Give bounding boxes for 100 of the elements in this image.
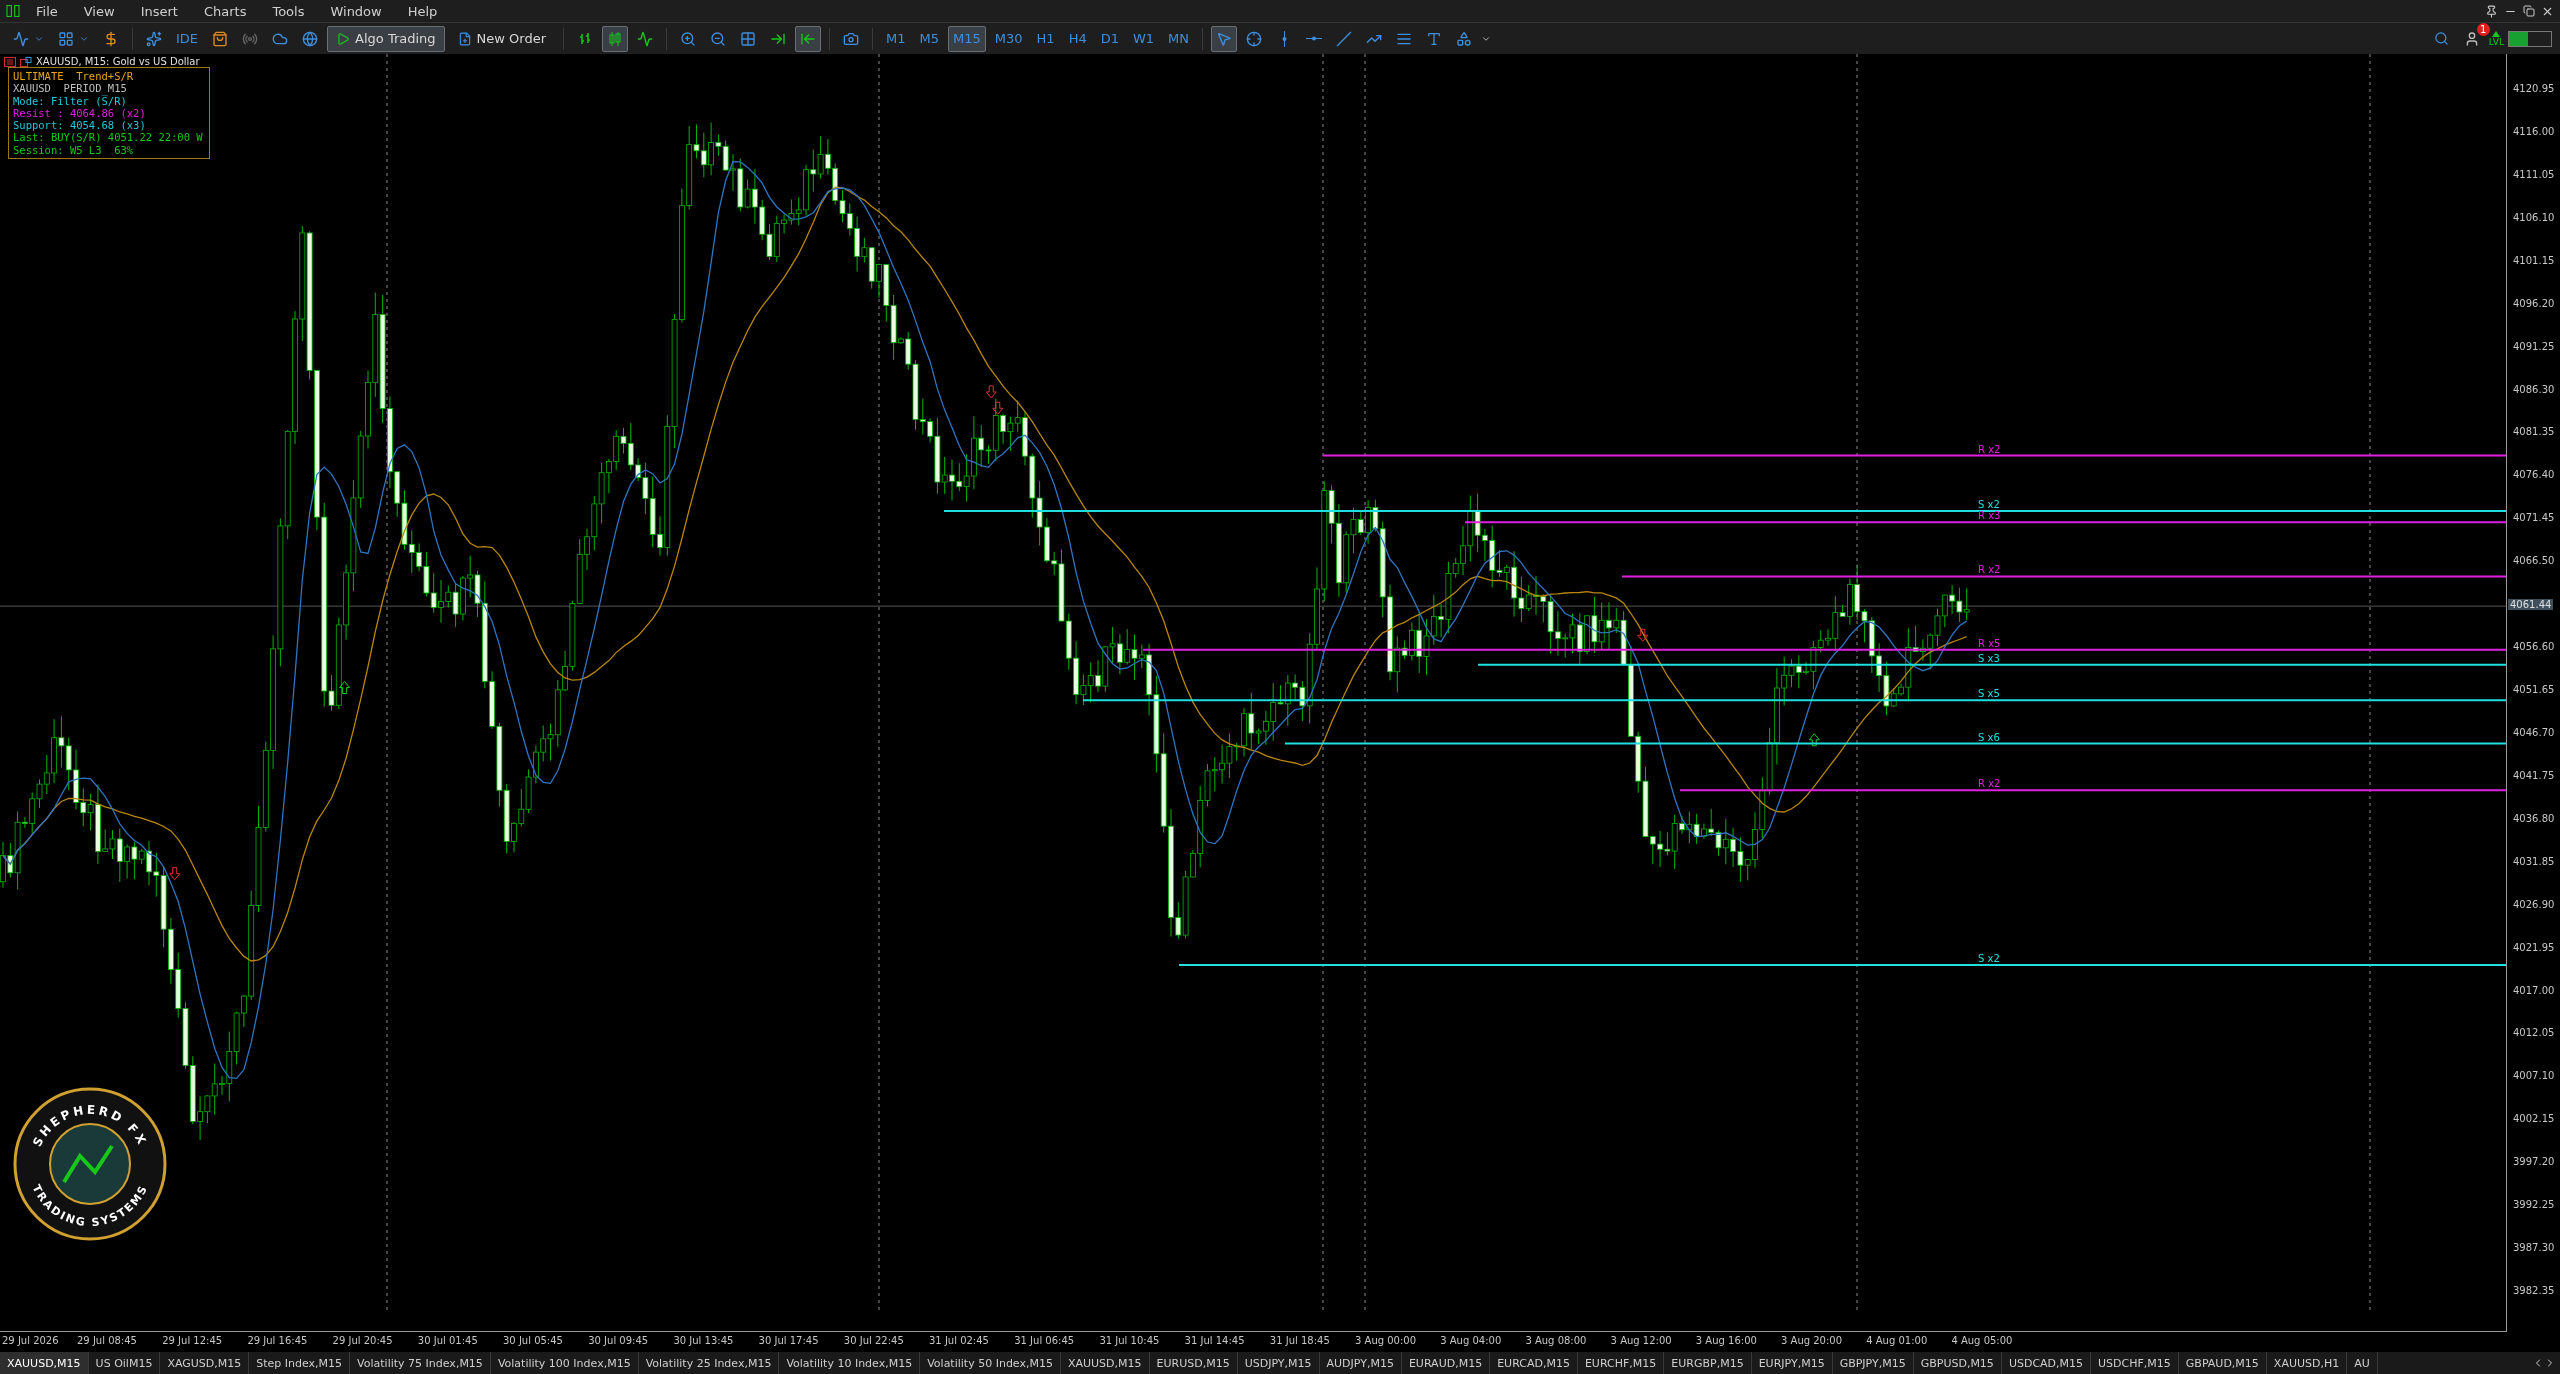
symbol-tab[interactable]: Step Index,M15 bbox=[249, 1352, 351, 1374]
symbol-tab[interactable]: EURGBP,M15 bbox=[1664, 1352, 1752, 1374]
menu-item[interactable]: Insert bbox=[130, 3, 188, 19]
time-label: 31 Jul 02:45 bbox=[929, 1335, 989, 1346]
time-label: 31 Jul 18:45 bbox=[1269, 1335, 1330, 1346]
symbol-tab[interactable]: EURAUD,M15 bbox=[1401, 1352, 1491, 1374]
arrow-up-icon bbox=[339, 681, 351, 694]
level-label: R x2 bbox=[1978, 443, 2001, 455]
price-label: 4066.50 bbox=[2512, 555, 2556, 567]
symbol-tab[interactable]: US OilM15 bbox=[88, 1352, 161, 1374]
symbol-tab[interactable]: EURUSD,M15 bbox=[1149, 1352, 1238, 1374]
price-label: 4002.15 bbox=[2512, 1113, 2556, 1125]
symbol-tab[interactable]: USDCAD,M15 bbox=[2001, 1352, 2092, 1374]
price-label: 4041.75 bbox=[2512, 769, 2556, 781]
symbol-tab[interactable]: XAUUSD,M15 bbox=[0, 1352, 89, 1374]
pin-icon[interactable] bbox=[2485, 4, 2498, 18]
symbol-tab[interactable]: XAGUSD,M15 bbox=[160, 1352, 250, 1374]
vertical-line-icon bbox=[1281, 30, 1287, 47]
level-badge[interactable]: LVL bbox=[2488, 37, 2504, 47]
timeframe-button[interactable]: M1 bbox=[881, 25, 911, 52]
timeframe-button[interactable]: MN bbox=[1163, 25, 1195, 52]
symbol-tab[interactable]: GBPUSD,M15 bbox=[1913, 1352, 2002, 1374]
menu-item[interactable]: Tools bbox=[262, 3, 315, 19]
dollar-icon bbox=[103, 30, 119, 47]
app-logo-icon bbox=[6, 5, 20, 17]
list-icon[interactable] bbox=[4, 56, 16, 67]
price-label: 4071.45 bbox=[2512, 512, 2556, 524]
document-icon bbox=[457, 31, 472, 46]
symbol-tab[interactable]: GBPAUD,M15 bbox=[2178, 1352, 2267, 1374]
price-label: 4026.90 bbox=[2512, 898, 2556, 910]
sparkle-icon bbox=[146, 30, 162, 47]
arrow-up-icon bbox=[1808, 733, 1820, 747]
symbol-tab[interactable]: Volatility 10 Index,M15 bbox=[779, 1352, 921, 1374]
indicator-text: Session: W5 L3 63% bbox=[13, 143, 135, 157]
algo-trading-button[interactable]: Algo Trading bbox=[327, 25, 445, 52]
cursor-icon bbox=[1216, 30, 1233, 47]
time-label: 30 Jul 09:45 bbox=[588, 1335, 649, 1346]
drawing-tool-button[interactable] bbox=[1211, 25, 1238, 52]
symbol-tab[interactable]: GBPJPY,M15 bbox=[1832, 1352, 1914, 1374]
time-label: 3 Aug 00:00 bbox=[1355, 1335, 1417, 1346]
symbol-tab[interactable]: XAUUSD,H1 bbox=[2266, 1352, 2348, 1374]
symbol-tab[interactable]: XAUUSD,M15 bbox=[1060, 1352, 1150, 1374]
timeframe-button[interactable]: H4 bbox=[1063, 25, 1092, 52]
current-price-tag: 4061.44 bbox=[2508, 599, 2554, 611]
symbol-tab[interactable]: AU bbox=[2347, 1352, 2378, 1374]
price-label: 4106.10 bbox=[2512, 211, 2556, 223]
timeframe-button[interactable]: D1 bbox=[1095, 25, 1124, 52]
timeframe-button[interactable]: M30 bbox=[989, 25, 1028, 52]
symbol-tab[interactable]: EURCAD,M15 bbox=[1490, 1352, 1578, 1374]
time-label: 4 Aug 05:00 bbox=[1951, 1335, 2013, 1346]
symbol-tab[interactable]: Volatility 50 Index,M15 bbox=[920, 1352, 1061, 1374]
line-chart-icon bbox=[637, 30, 654, 47]
price-label: 4081.35 bbox=[2512, 426, 2556, 438]
level-label: S x6 bbox=[1978, 731, 2000, 743]
price-label: 3992.25 bbox=[2512, 1199, 2556, 1211]
symbol-tab[interactable]: Volatility 75 Index,M15 bbox=[350, 1352, 491, 1374]
symbol-tab[interactable]: EURCHF,M15 bbox=[1577, 1352, 1665, 1374]
level-label: S x5 bbox=[1978, 688, 2000, 700]
view-toggle-button[interactable] bbox=[795, 25, 822, 52]
chart-title: XAUUSD, M15: Gold vs US Dollar bbox=[36, 56, 200, 67]
arrow-down-icon bbox=[169, 867, 181, 881]
arrow-up-icon bbox=[2492, 30, 2501, 37]
notification-badge: 1 bbox=[2476, 22, 2490, 36]
play-icon bbox=[336, 31, 351, 46]
crosshair-icon bbox=[1246, 30, 1263, 47]
chart-type-button[interactable] bbox=[602, 25, 629, 52]
ide-button[interactable]: IDE bbox=[171, 25, 204, 52]
symbol-tab[interactable]: Volatility 100 Index,M15 bbox=[490, 1352, 639, 1374]
text-icon bbox=[1426, 30, 1443, 47]
time-label: 30 Jul 17:45 bbox=[758, 1335, 819, 1346]
time-label: 29 Jul 20:45 bbox=[332, 1335, 393, 1346]
menu-item[interactable]: View bbox=[73, 3, 125, 19]
price-label: 4111.05 bbox=[2512, 168, 2556, 180]
timeframe-button[interactable]: H1 bbox=[1031, 25, 1060, 52]
zoom-in-icon bbox=[680, 30, 697, 47]
menu-item[interactable]: File bbox=[26, 3, 68, 19]
symbol-tab[interactable]: AUDJPY,M15 bbox=[1319, 1352, 1402, 1374]
chart-settings-icon[interactable] bbox=[20, 56, 32, 67]
timeframe-button[interactable]: W1 bbox=[1127, 25, 1160, 52]
time-label: 30 Jul 01:45 bbox=[417, 1335, 478, 1346]
time-label: 29 Jul 2026 bbox=[2, 1335, 59, 1346]
symbol-tab[interactable]: USDCHF,M15 bbox=[2091, 1352, 2179, 1374]
new-order-button[interactable]: New Order bbox=[448, 25, 556, 52]
price-label: 4086.30 bbox=[2512, 383, 2556, 395]
menu-item[interactable]: Charts bbox=[193, 3, 257, 19]
time-label: 3 Aug 08:00 bbox=[1525, 1335, 1587, 1346]
level-label: R x2 bbox=[1978, 778, 2001, 790]
menu-item[interactable]: Window bbox=[320, 3, 392, 19]
symbol-tab[interactable]: Volatility 25 Index,M15 bbox=[638, 1352, 780, 1374]
indicator-text: Support: 4054.68 (x3) bbox=[13, 119, 147, 132]
price-label: 4120.95 bbox=[2512, 83, 2556, 94]
level-label: R x3 bbox=[1978, 510, 2001, 522]
symbol-tab[interactable]: EURJPY,M15 bbox=[1751, 1352, 1833, 1374]
menu-item[interactable]: Help bbox=[397, 3, 448, 19]
symbol-tab[interactable]: USDJPY,M15 bbox=[1237, 1352, 1320, 1374]
restore-icon[interactable] bbox=[2523, 5, 2535, 17]
timeframe-button[interactable]: M5 bbox=[914, 25, 945, 52]
time-label: 30 Jul 13:45 bbox=[673, 1335, 734, 1346]
price-label: 4036.80 bbox=[2512, 812, 2556, 824]
price-label: 4096.20 bbox=[2512, 297, 2556, 309]
